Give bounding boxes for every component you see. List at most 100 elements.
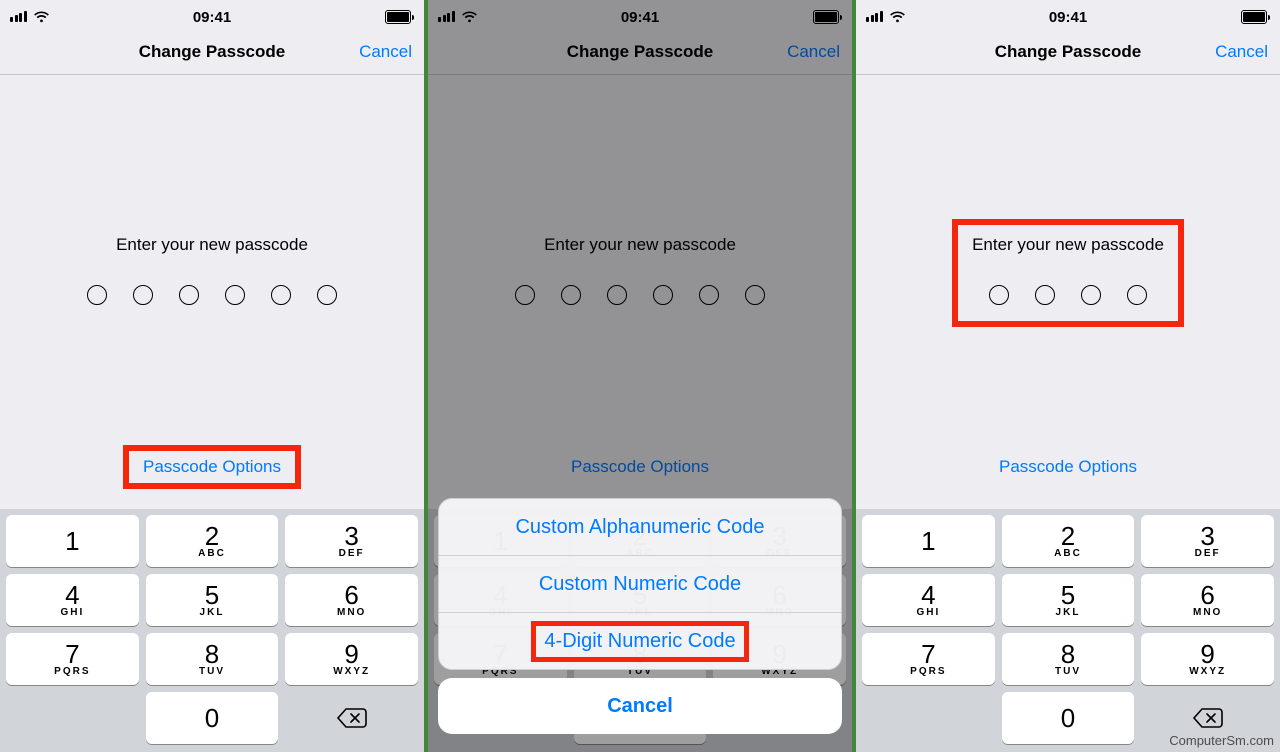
keypad-key-5[interactable]: 5 JKL bbox=[146, 574, 279, 626]
key-number: 4 bbox=[921, 582, 935, 608]
status-bar: 09:41 bbox=[0, 0, 424, 30]
key-letters: TUV bbox=[1055, 667, 1081, 677]
passcode-dot bbox=[271, 285, 291, 305]
keypad-key-1[interactable]: 1 bbox=[862, 515, 995, 567]
prompt-text: Enter your new passcode bbox=[116, 235, 308, 255]
key-number: 3 bbox=[1200, 523, 1214, 549]
key-number: 0 bbox=[205, 705, 219, 731]
key-number: 2 bbox=[1061, 523, 1075, 549]
passcode-prompt: Enter your new passcode bbox=[958, 225, 1178, 321]
status-time: 09:41 bbox=[856, 9, 1280, 26]
key-number: 6 bbox=[1200, 582, 1214, 608]
sheet-group: Custom Alphanumeric CodeCustom Numeric C… bbox=[438, 498, 842, 670]
keypad-key-4[interactable]: 4 GHI bbox=[862, 574, 995, 626]
keypad-key-8[interactable]: 8 TUV bbox=[146, 633, 279, 685]
sheet-option-2[interactable]: 4-Digit Numeric Code bbox=[439, 612, 841, 669]
battery-icon bbox=[385, 10, 414, 24]
nav-title: Change Passcode bbox=[995, 42, 1141, 62]
key-number: 5 bbox=[1061, 582, 1075, 608]
battery-icon bbox=[1241, 10, 1270, 24]
key-number: 7 bbox=[65, 641, 79, 667]
key-letters: PQRS bbox=[910, 667, 946, 677]
passcode-options-link[interactable]: Passcode Options bbox=[985, 451, 1151, 483]
keypad-key-0[interactable]: 0 bbox=[146, 692, 279, 744]
status-bar: 09:41 bbox=[856, 0, 1280, 30]
keypad-key-6[interactable]: 6 MNO bbox=[1141, 574, 1274, 626]
number-keypad: 1 2 ABC 3 DEF 4 GHI 5 JKL 6 MNO 7 PQRS 8… bbox=[856, 509, 1280, 752]
key-letters: ABC bbox=[198, 549, 226, 559]
keypad-delete[interactable] bbox=[285, 692, 418, 744]
prompt-text: Enter your new passcode bbox=[972, 235, 1164, 255]
keypad-key-3[interactable]: 3 DEF bbox=[285, 515, 418, 567]
keypad-key-4[interactable]: 4 GHI bbox=[6, 574, 139, 626]
keypad-key-6[interactable]: 6 MNO bbox=[285, 574, 418, 626]
number-keypad: 1 2 ABC 3 DEF 4 GHI 5 JKL 6 MNO 7 PQRS 8… bbox=[0, 509, 424, 752]
sheet-option-0[interactable]: Custom Alphanumeric Code bbox=[439, 499, 841, 555]
key-number: 0 bbox=[1061, 705, 1075, 731]
key-number: 7 bbox=[921, 641, 935, 667]
status-time: 09:41 bbox=[0, 9, 424, 26]
passcode-dot bbox=[87, 285, 107, 305]
content-area: Enter your new passcode Passcode Options bbox=[0, 75, 424, 509]
keypad-key-9[interactable]: 9 WXYZ bbox=[1141, 633, 1274, 685]
delete-icon bbox=[1191, 706, 1225, 730]
phone-screen-3: 09:41 Change Passcode Cancel Enter your … bbox=[856, 0, 1280, 752]
key-letters: TUV bbox=[199, 667, 225, 677]
passcode-dot bbox=[133, 285, 153, 305]
sheet-cancel-button[interactable]: Cancel bbox=[438, 678, 842, 734]
key-number: 8 bbox=[1061, 641, 1075, 667]
keypad-key-9[interactable]: 9 WXYZ bbox=[285, 633, 418, 685]
action-sheet: Custom Alphanumeric CodeCustom Numeric C… bbox=[438, 498, 842, 734]
passcode-prompt: Enter your new passcode bbox=[73, 225, 351, 321]
passcode-dot bbox=[317, 285, 337, 305]
delete-icon bbox=[335, 706, 369, 730]
passcode-options-link[interactable]: Passcode Options bbox=[129, 451, 295, 483]
key-number: 6 bbox=[344, 582, 358, 608]
passcode-dot bbox=[1035, 285, 1055, 305]
nav-bar: Change Passcode Cancel bbox=[856, 30, 1280, 75]
sheet-option-1[interactable]: Custom Numeric Code bbox=[439, 555, 841, 612]
key-letters: JKL bbox=[200, 608, 225, 618]
keypad-key-7[interactable]: 7 PQRS bbox=[862, 633, 995, 685]
key-letters: ABC bbox=[1054, 549, 1082, 559]
key-letters: GHI bbox=[916, 608, 940, 618]
nav-title: Change Passcode bbox=[139, 42, 285, 62]
key-number: 1 bbox=[921, 528, 935, 554]
passcode-dot bbox=[1127, 285, 1147, 305]
keypad-key-2[interactable]: 2 ABC bbox=[1002, 515, 1135, 567]
cancel-button[interactable]: Cancel bbox=[1215, 42, 1268, 62]
passcode-dot bbox=[225, 285, 245, 305]
passcode-dots bbox=[87, 285, 337, 305]
key-letters: MNO bbox=[1193, 608, 1222, 618]
passcode-dot bbox=[179, 285, 199, 305]
content-area: Enter your new passcode Passcode Options bbox=[856, 75, 1280, 509]
nav-bar: Change Passcode Cancel bbox=[0, 30, 424, 75]
key-letters: DEF bbox=[339, 549, 365, 559]
key-letters: WXYZ bbox=[333, 667, 370, 677]
phone-screen-2: 09:41 Change Passcode Cancel Enter your … bbox=[428, 0, 852, 752]
keypad-spacer bbox=[6, 692, 139, 744]
keypad-key-1[interactable]: 1 bbox=[6, 515, 139, 567]
passcode-dots bbox=[989, 285, 1147, 305]
key-number: 9 bbox=[344, 641, 358, 667]
key-number: 9 bbox=[1200, 641, 1214, 667]
keypad-key-2[interactable]: 2 ABC bbox=[146, 515, 279, 567]
key-number: 8 bbox=[205, 641, 219, 667]
keypad-key-5[interactable]: 5 JKL bbox=[1002, 574, 1135, 626]
keypad-key-8[interactable]: 8 TUV bbox=[1002, 633, 1135, 685]
key-letters: DEF bbox=[1195, 549, 1221, 559]
key-letters: MNO bbox=[337, 608, 366, 618]
cancel-button[interactable]: Cancel bbox=[359, 42, 412, 62]
keypad-spacer bbox=[862, 692, 995, 744]
key-number: 3 bbox=[344, 523, 358, 549]
keypad-key-3[interactable]: 3 DEF bbox=[1141, 515, 1274, 567]
keypad-key-7[interactable]: 7 PQRS bbox=[6, 633, 139, 685]
keypad-key-0[interactable]: 0 bbox=[1002, 692, 1135, 744]
key-number: 1 bbox=[65, 528, 79, 554]
passcode-dot bbox=[1081, 285, 1101, 305]
key-letters: WXYZ bbox=[1189, 667, 1226, 677]
passcode-dot bbox=[989, 285, 1009, 305]
key-letters: PQRS bbox=[54, 667, 90, 677]
key-letters: GHI bbox=[60, 608, 84, 618]
key-number: 5 bbox=[205, 582, 219, 608]
